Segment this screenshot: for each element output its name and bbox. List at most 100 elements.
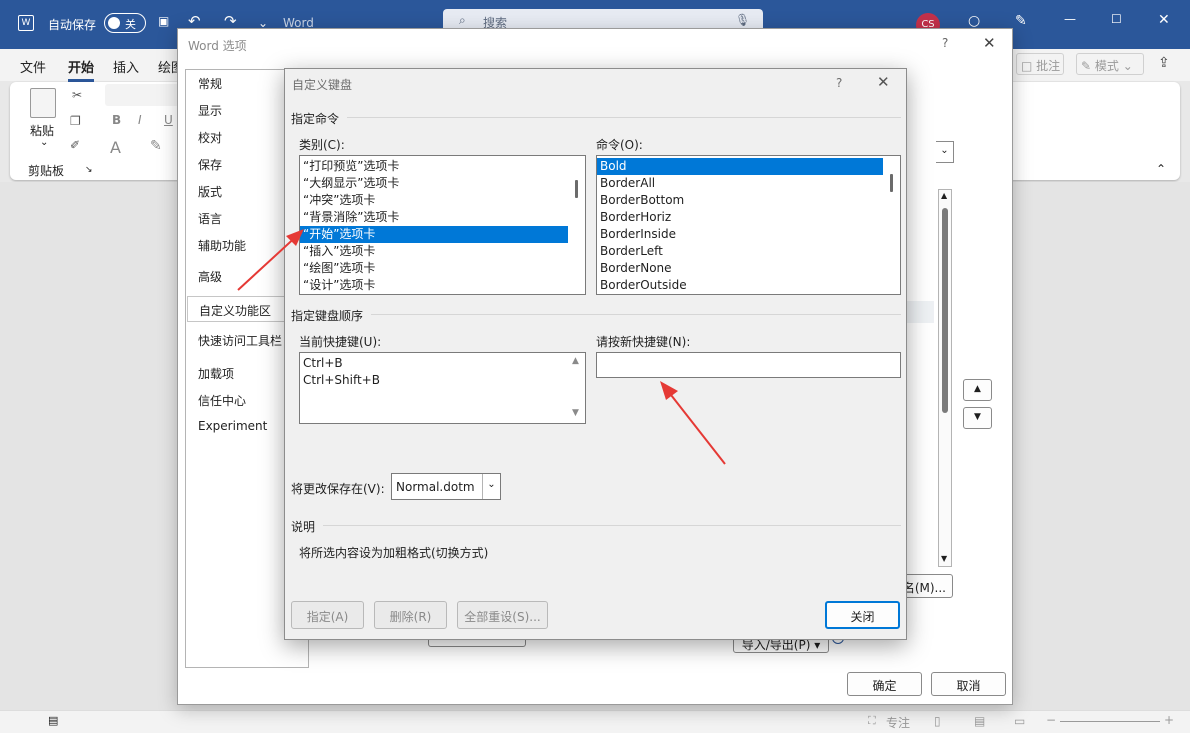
web-layout-icon[interactable]: ▭	[1014, 714, 1025, 728]
tab-insert[interactable]: 插入	[113, 57, 139, 76]
share-icon[interactable]: ⇪	[1158, 55, 1170, 71]
nav-proofing[interactable]: 校对	[198, 129, 222, 146]
commands-list[interactable]: Bold BorderAll BorderBottom BorderHoriz …	[596, 155, 901, 295]
nav-save[interactable]: 保存	[198, 156, 222, 173]
mode-button[interactable]: ✎ 模式 ⌄	[1076, 53, 1144, 75]
list-item[interactable]: BorderHoriz	[597, 209, 900, 226]
remove-button[interactable]: 删除(R)	[374, 601, 447, 629]
list-item[interactable]: “设计”选项卡	[300, 277, 585, 294]
options-dropdown-arrow-icon[interactable]: ⌄	[936, 141, 954, 163]
underline-button[interactable]: U	[164, 113, 173, 127]
scroll-down-icon[interactable]: ▼	[941, 554, 947, 563]
highlight-icon[interactable]: ✎	[150, 138, 162, 154]
nav-trust-center[interactable]: 信任中心	[198, 392, 246, 409]
options-close-icon[interactable]: ✕	[983, 34, 996, 52]
paste-icon[interactable]	[30, 88, 56, 118]
kb-dialog-title: 自定义键盘	[292, 78, 353, 92]
comments-button[interactable]: □ 批注	[1016, 53, 1064, 75]
close-button[interactable]: 关闭	[825, 601, 900, 629]
list-item[interactable]: “背景消除”选项卡	[300, 209, 585, 226]
scroll-thumb[interactable]	[890, 174, 893, 192]
list-item[interactable]: BorderBottom	[597, 192, 900, 209]
list-item[interactable]: Ctrl+B	[300, 355, 585, 372]
scroll-up-icon[interactable]: ▲	[572, 356, 579, 366]
clipboard-group-label: 剪贴板	[28, 164, 65, 178]
move-up-button[interactable]: ▲	[963, 379, 992, 401]
zoom-in-icon[interactable]: +	[1164, 713, 1174, 727]
tab-home[interactable]: 开始	[68, 57, 95, 82]
save-icon[interactable]: ▣	[158, 14, 169, 28]
cancel-button[interactable]: 取消	[931, 672, 1006, 696]
close-window-icon[interactable]: ✕	[1158, 12, 1170, 28]
assign-button[interactable]: 指定(A)	[291, 601, 364, 629]
nav-experiment[interactable]: Experiment	[198, 419, 267, 433]
italic-button[interactable]: I	[138, 113, 142, 127]
comments-label: 批注	[1036, 59, 1061, 73]
scroll-thumb[interactable]	[575, 180, 578, 198]
list-item-selected[interactable]: Bold	[597, 158, 883, 175]
clipboard-launcher-icon[interactable]: ↘	[85, 165, 93, 175]
options-help-icon[interactable]: ?	[942, 36, 948, 50]
move-down-button[interactable]: ▼	[963, 407, 992, 429]
nav-language[interactable]: 语言	[198, 210, 222, 227]
paste-dropdown-icon[interactable]: ⌄	[40, 137, 48, 148]
list-item[interactable]: “打印预览”选项卡	[300, 158, 585, 175]
list-item[interactable]: BorderAll	[597, 175, 900, 192]
nav-display[interactable]: 显示	[198, 102, 222, 119]
autosave-label: 自动保存	[48, 18, 97, 32]
reset-all-button[interactable]: 全部重设(S)...	[457, 601, 548, 629]
list-item[interactable]: “冲突”选项卡	[300, 192, 585, 209]
list-item[interactable]: “绘图”选项卡	[300, 260, 585, 277]
bold-button[interactable]: B	[112, 113, 121, 127]
nav-layout[interactable]: 版式	[198, 183, 222, 200]
kb-help-icon[interactable]: ?	[836, 76, 842, 90]
ribbon-tree-scrollbar[interactable]: ▲ ▼	[938, 189, 952, 567]
scroll-down-icon[interactable]: ▼	[572, 408, 579, 418]
nav-quick-access-toolbar[interactable]: 快速访问工具栏	[198, 332, 282, 349]
copy-icon[interactable]: ❐	[70, 114, 81, 128]
microphone-icon[interactable]: 🎙	[735, 13, 750, 27]
list-item[interactable]: BorderInside	[597, 226, 900, 243]
list-item[interactable]: BorderLeft	[597, 243, 900, 260]
cut-icon[interactable]: ✂	[72, 88, 82, 102]
list-item[interactable]: “大纲显示”选项卡	[300, 175, 585, 192]
nav-advanced[interactable]: 高级	[198, 268, 222, 285]
scroll-up-icon[interactable]: ▲	[941, 191, 947, 200]
format-painter-icon[interactable]: ✐	[70, 138, 80, 152]
lightbulb-icon[interactable]: ○	[968, 13, 980, 29]
pen-icon[interactable]: ✎	[1015, 13, 1027, 29]
text-effects-icon[interactable]: A	[110, 138, 121, 157]
status-bar: ▤ ⛶ 专注 ▯ ▤ ▭ − +	[0, 710, 1190, 733]
accessibility-icon[interactable]: ▤	[48, 714, 58, 727]
scroll-thumb[interactable]	[942, 208, 948, 413]
nav-add-ins[interactable]: 加载项	[198, 365, 234, 382]
list-item[interactable]: BorderNone	[597, 260, 900, 277]
autosave-toggle[interactable]: 关	[104, 13, 146, 33]
list-item[interactable]: Ctrl+Shift+B	[300, 372, 585, 389]
tab-file[interactable]: 文件	[20, 57, 46, 76]
list-item[interactable]: BorderOutside	[597, 277, 900, 294]
save-in-select[interactable]: Normal.dotm ⌄	[391, 473, 501, 500]
new-shortcut-input[interactable]	[596, 352, 901, 378]
commands-scrollbar[interactable]	[883, 156, 900, 294]
read-mode-icon[interactable]: ▯	[934, 714, 941, 728]
list-item-selected[interactable]: “开始”选项卡	[300, 226, 568, 243]
focus-icon[interactable]: ⛶	[868, 714, 876, 728]
maximize-icon[interactable]: ☐	[1111, 12, 1122, 26]
zoom-slider[interactable]	[1060, 721, 1160, 722]
nav-general[interactable]: 常规	[198, 75, 222, 92]
current-keys-list[interactable]: Ctrl+B Ctrl+Shift+B ▲ ▼	[299, 352, 586, 424]
print-layout-icon[interactable]: ▤	[974, 714, 985, 728]
zoom-out-icon[interactable]: −	[1046, 713, 1056, 727]
current-keys-scrollbar[interactable]: ▲ ▼	[568, 353, 585, 423]
list-item[interactable]: “插入”选项卡	[300, 243, 585, 260]
category-list[interactable]: “打印预览”选项卡 “大纲显示”选项卡 “冲突”选项卡 “背景消除”选项卡 “开…	[299, 155, 586, 295]
ok-button[interactable]: 确定	[847, 672, 922, 696]
focus-label[interactable]: 专注	[886, 714, 910, 731]
nav-accessibility[interactable]: 辅助功能	[198, 237, 246, 254]
search-icon: ⌕	[459, 13, 466, 27]
minimize-icon[interactable]: —	[1064, 12, 1076, 26]
category-scrollbar[interactable]	[568, 156, 585, 294]
collapse-ribbon-icon[interactable]: ⌃	[1156, 162, 1166, 176]
kb-close-icon[interactable]: ✕	[877, 73, 890, 91]
